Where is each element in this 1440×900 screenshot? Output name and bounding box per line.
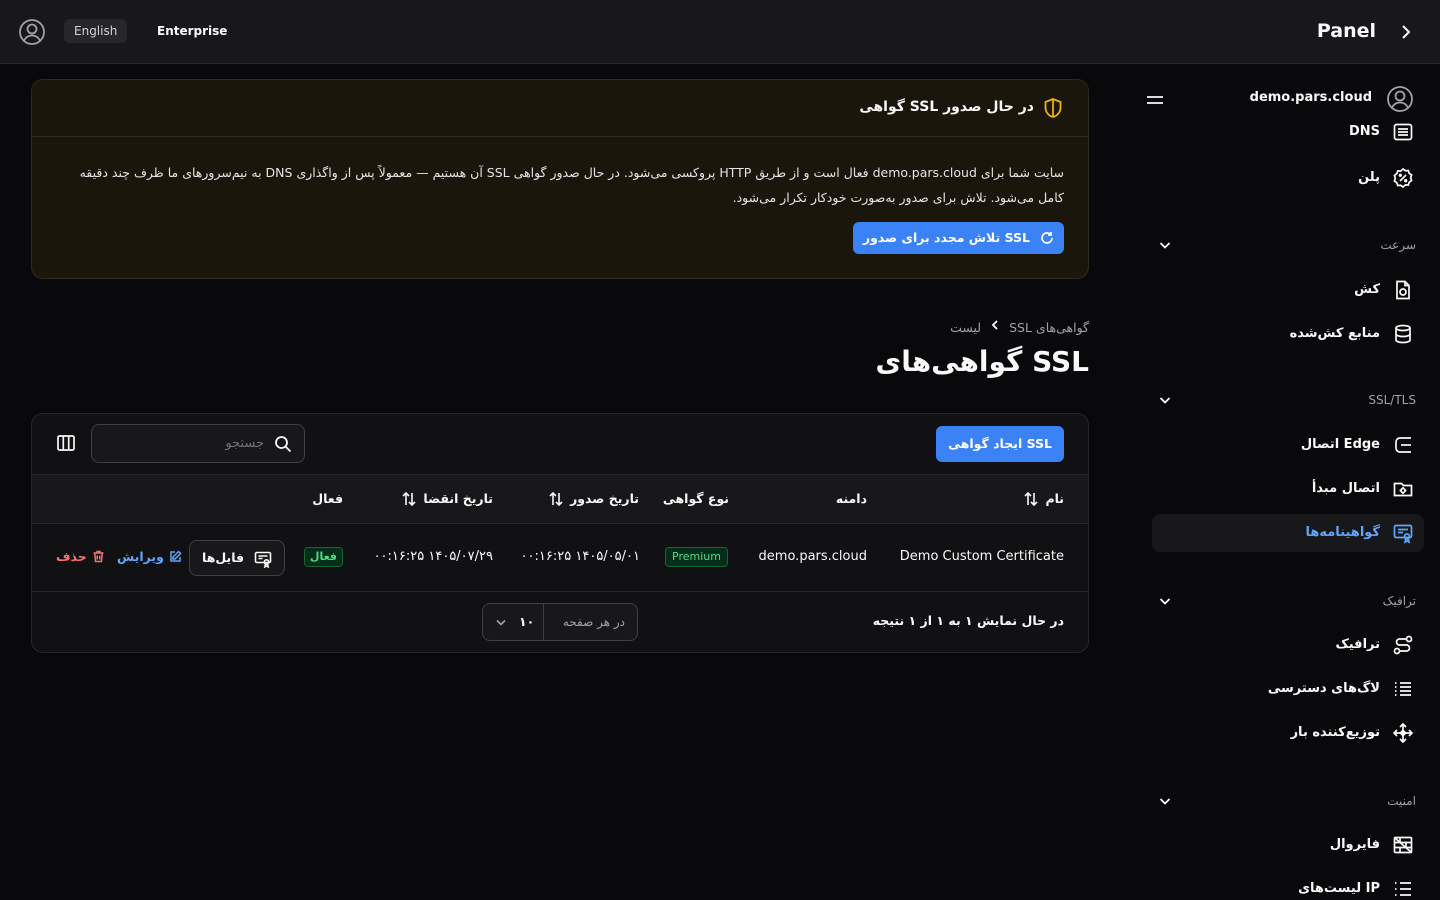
certificate-icon [1393, 524, 1413, 544]
sidebar-item-firewall[interactable]: فایروال [1152, 826, 1424, 864]
load-balancer-icon [1392, 722, 1414, 744]
chevron-down-icon [1159, 242, 1171, 249]
sidebar-section-traffic[interactable]: ترافیک [1152, 586, 1424, 616]
sort-icon [1024, 491, 1039, 507]
origin-folder-icon [1393, 482, 1413, 497]
firewall-icon [1393, 836, 1413, 854]
search-icon [275, 436, 292, 453]
retry-ssl-button[interactable]: تلاش مجدد برای صدور SSL [852, 222, 1064, 254]
sidebar-section-ssl-tls[interactable]: SSL/TLS [1152, 385, 1424, 415]
sidebar-section-speed[interactable]: سرعت [1152, 230, 1424, 260]
chevron-down-icon [1159, 397, 1171, 404]
sidebar-domain[interactable]: demo.pars.cloud [1250, 88, 1372, 108]
sidebar-item-load-balancer[interactable]: توزیع‌کننده بار [1152, 714, 1424, 752]
panel-title: Panel [1316, 20, 1376, 42]
top-bar: English Enterprise Panel [0, 0, 1440, 64]
refresh-icon [1041, 232, 1053, 244]
per-page-select[interactable]: در هر صفحه ۱۰ [482, 603, 638, 641]
files-button[interactable]: فایل‌ها [189, 540, 286, 576]
language-switch[interactable]: English [64, 19, 128, 43]
sidebar-item-access-logs[interactable]: لاگ‌های دسترسی [1152, 670, 1424, 708]
list-icon [1393, 123, 1413, 141]
chevron-left-icon [991, 320, 998, 330]
plan-label: Enterprise [157, 24, 228, 38]
th-type: نوع گواهی [662, 491, 729, 506]
breadcrumb-current: لیست [950, 319, 982, 335]
th-name[interactable]: نام [1024, 475, 1064, 523]
per-page-value: ۱۰ [519, 614, 535, 629]
cache-file-icon [1396, 280, 1410, 300]
edit-link[interactable]: ویرایش [117, 524, 182, 590]
ip-list-icon [1395, 882, 1411, 896]
chevron-right-icon[interactable] [1398, 22, 1414, 42]
pager-divider [543, 604, 544, 640]
cell-expires: ۱۴۰۵/۰۷/۲۹ ۰۰:۱۶:۲۵ [373, 549, 493, 564]
th-expires[interactable]: تاریخ انقضا [402, 475, 493, 523]
cell-domain: demo.pars.cloud [758, 549, 867, 564]
alert-title: گواهی SSL در حال صدور [859, 99, 1034, 115]
table-header: نام دامنه نوع گواهی تاریخ صدور تاریخ انق… [32, 474, 1088, 524]
sidebar-item-edge-connection[interactable]: اتصال Edge [1152, 426, 1424, 464]
cell-issued: ۱۴۰۵/۰۵/۰۱ ۰۰:۱۶:۲۵ [520, 549, 640, 564]
chevron-down-icon [1159, 798, 1171, 805]
sort-icon [549, 491, 563, 507]
sidebar-item-cached-resources[interactable]: منابع کش‌شده [1152, 315, 1424, 353]
per-page-label: در هر صفحه [562, 615, 625, 629]
sidebar-item-dns[interactable]: DNS [1152, 113, 1424, 151]
edge-connection-icon [1395, 437, 1411, 453]
plan-badge-icon [1393, 167, 1413, 189]
alert-header: گواهی SSL در حال صدور [32, 80, 1088, 137]
status-badge: فعال [303, 547, 343, 567]
certificates-table-card: ایجاد گواهی SSL جستجو نام دامنه نوع گواه… [31, 413, 1089, 653]
columns-icon[interactable] [56, 433, 76, 453]
edit-icon [170, 550, 182, 562]
sidebar-item-traffic[interactable]: ترافیک [1152, 626, 1424, 664]
chevron-down-icon [496, 619, 506, 626]
breadcrumb-parent[interactable]: گواهی‌های SSL [1009, 319, 1089, 337]
th-active: فعال [312, 491, 343, 506]
sidebar: demo.pars.cloud DNS پلن سرعت کش منابع کش… [1140, 65, 1440, 900]
table-row: Demo Custom Certificate demo.pars.cloud … [32, 524, 1088, 592]
sidebar-item-cache[interactable]: کش [1152, 271, 1424, 309]
search-placeholder: جستجو [225, 436, 264, 451]
certificate-file-icon [254, 551, 272, 568]
cell-name: Demo Custom Certificate [899, 549, 1064, 564]
menu-icon[interactable] [1146, 93, 1164, 109]
results-summary: در حال نمایش ۱ به ۱ از ۱ نتیجه [872, 613, 1064, 628]
shield-icon [1044, 98, 1062, 118]
ssl-issuing-alert: گواهی SSL در حال صدور سایت شما برای demo… [31, 79, 1089, 279]
route-icon [1393, 635, 1413, 655]
sidebar-item-ip-lists[interactable]: لیست‌های IP [1152, 870, 1424, 900]
sidebar-section-security[interactable]: امنیت [1152, 786, 1424, 816]
th-issued[interactable]: تاریخ صدور [549, 475, 639, 523]
cert-type-badge: Premium [665, 547, 728, 567]
sort-icon [402, 491, 416, 507]
sidebar-item-certificates[interactable]: گواهینامه‌ها [1152, 514, 1424, 552]
delete-link[interactable]: حذف [56, 524, 105, 590]
trash-icon [93, 550, 104, 563]
page-title: گواهی‌های SSL [875, 345, 1089, 378]
search-input[interactable]: جستجو [91, 424, 305, 463]
user-account-icon[interactable] [18, 18, 46, 46]
chevron-down-icon [1159, 598, 1171, 605]
domain-avatar-icon [1387, 86, 1413, 112]
sidebar-item-plan[interactable]: پلن [1152, 159, 1424, 197]
alert-message: سایت شما برای demo.pars.cloud فعال است و… [79, 165, 1064, 205]
sidebar-item-origin-connection[interactable]: اتصال مبدأ [1152, 470, 1424, 508]
database-icon [1395, 324, 1411, 344]
th-domain: دامنه [835, 491, 867, 506]
create-ssl-button[interactable]: ایجاد گواهی SSL [936, 426, 1064, 462]
breadcrumb: گواهی‌های SSL لیست [950, 318, 1089, 336]
log-list-icon [1395, 682, 1411, 696]
